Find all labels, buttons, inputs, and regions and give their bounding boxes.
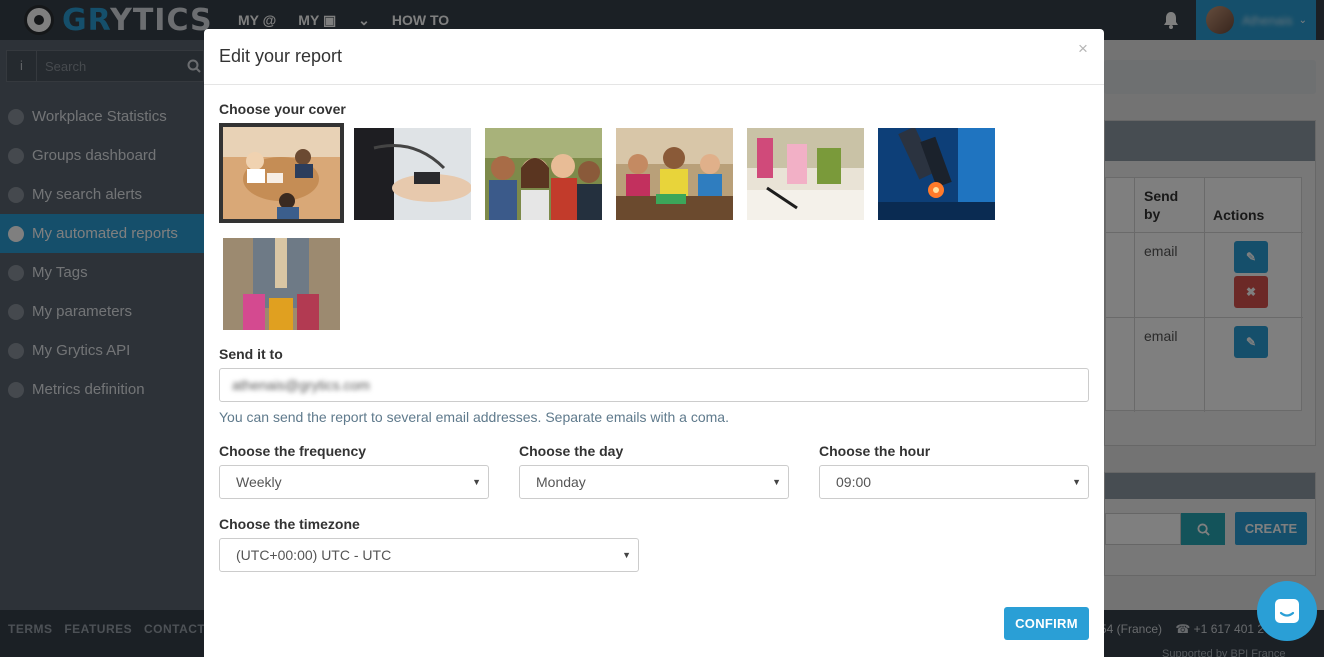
cover-image (485, 128, 602, 220)
cover-option-medical[interactable] (354, 128, 471, 220)
timezone-select[interactable]: (UTC+00:00) UTC - UTC ▼ (219, 538, 639, 572)
cover-option-shopping[interactable] (223, 238, 340, 330)
cover-image (223, 238, 340, 330)
confirm-button[interactable]: CONFIRM (1004, 607, 1089, 640)
cover-label: Choose your cover (219, 101, 346, 117)
hour-label: Choose the hour (819, 443, 931, 459)
email-value: athenais@grytics.com (232, 377, 370, 393)
timezone-label: Choose the timezone (219, 516, 360, 532)
cover-image (616, 128, 733, 220)
cover-option-writing[interactable] (747, 128, 864, 220)
cover-option-students[interactable] (616, 128, 733, 220)
day-select[interactable]: Monday ▼ (519, 465, 789, 499)
cover-image (223, 127, 340, 219)
caret-down-icon: ▼ (472, 477, 481, 487)
day-label: Choose the day (519, 443, 624, 459)
modal-title: Edit your report (219, 46, 343, 66)
frequency-select[interactable]: Weekly ▼ (219, 465, 489, 499)
email-help-text: You can send the report to several email… (219, 409, 729, 425)
chat-launcher[interactable] (1257, 581, 1317, 641)
chat-icon (1275, 599, 1299, 623)
cover-option-meeting[interactable] (219, 123, 344, 223)
close-icon[interactable]: × (1078, 39, 1088, 59)
edit-report-modal: Edit your report × Choose your cover Sen… (204, 29, 1104, 657)
send-to-label: Send it to (219, 346, 283, 362)
cover-option-friends[interactable] (485, 128, 602, 220)
modal-header: Edit your report × (204, 29, 1104, 85)
frequency-label: Choose the frequency (219, 443, 367, 459)
cover-image (354, 128, 471, 220)
cover-option-microscope[interactable] (878, 128, 995, 220)
caret-down-icon: ▼ (1072, 477, 1081, 487)
cover-image (747, 128, 864, 220)
caret-down-icon: ▼ (622, 550, 631, 560)
email-field[interactable]: athenais@grytics.com (219, 368, 1089, 402)
caret-down-icon: ▼ (772, 477, 781, 487)
cover-image (878, 128, 995, 220)
hour-select[interactable]: 09:00 ▼ (819, 465, 1089, 499)
